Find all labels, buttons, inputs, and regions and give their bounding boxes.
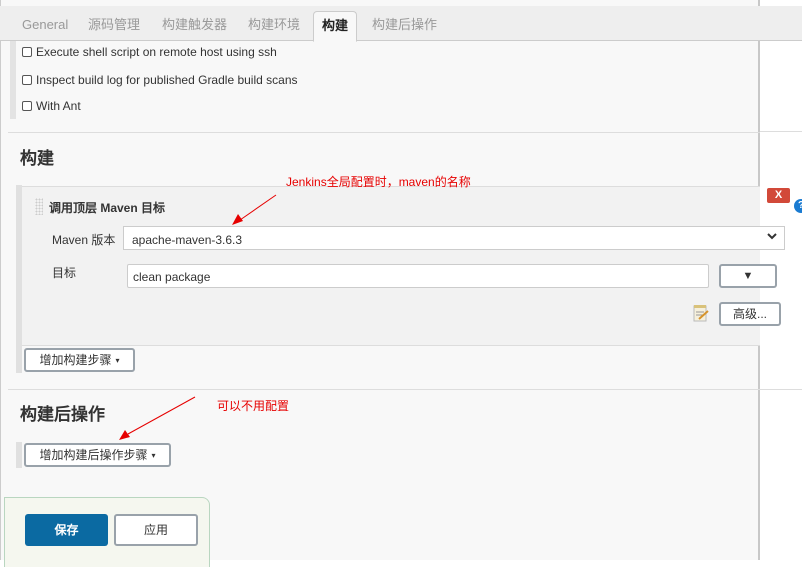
caret-down-icon: ▾ <box>151 451 156 460</box>
delete-step-button[interactable]: X <box>767 188 790 203</box>
drag-handle-icon[interactable] <box>35 198 43 215</box>
chevron-down-icon <box>766 230 778 245</box>
tab-general[interactable]: General <box>14 11 76 41</box>
add-post-build-step-label: 增加构建后操作步骤 <box>39 448 148 462</box>
help-icon[interactable]: ? <box>794 199 802 213</box>
save-button[interactable]: 保存 <box>25 514 108 546</box>
option-label: Inspect build log for published Gradle b… <box>36 73 298 87</box>
apply-button[interactable]: 应用 <box>114 514 198 546</box>
build-section-title: 构建 <box>20 149 54 168</box>
maven-version-label: Maven 版本 <box>52 233 116 247</box>
divider <box>760 131 802 132</box>
step-indent-bar <box>16 442 22 468</box>
jenkins-job-config-page: General 源码管理 构建触发器 构建环境 构建 构建后操作 Execute… <box>0 0 802 574</box>
checkbox[interactable] <box>22 47 32 57</box>
option-label: With Ant <box>36 99 81 113</box>
goals-label: 目标 <box>52 266 77 280</box>
goals-expand-button[interactable]: ▼ <box>719 264 777 288</box>
config-tabbar: General 源码管理 构建触发器 构建环境 构建 构建后操作 <box>0 6 802 42</box>
build-step-title: 调用顶层 Maven 目标 <box>49 201 166 215</box>
advanced-button[interactable]: 高级... <box>719 302 781 326</box>
add-post-build-step-button[interactable]: 增加构建后操作步骤 ▾ <box>24 443 171 467</box>
tab-build-environment[interactable]: 构建环境 <box>240 11 308 41</box>
checkbox[interactable] <box>22 75 32 85</box>
divider <box>760 389 802 390</box>
option-with-ant[interactable]: With Ant <box>22 99 81 113</box>
add-build-step-button[interactable]: 增加构建步骤 ▾ <box>24 348 135 372</box>
annotation-no-config-needed: 可以不用配置 <box>217 399 290 413</box>
section-divider <box>8 132 760 133</box>
add-build-step-label: 增加构建步骤 <box>39 353 112 367</box>
annotation-maven-name: Jenkins全局配置时，maven的名称 <box>286 175 471 189</box>
maven-version-value: apache-maven-3.6.3 <box>132 233 243 247</box>
tab-source-code-management[interactable]: 源码管理 <box>80 11 148 41</box>
option-label: Execute shell script on remote host usin… <box>36 45 277 59</box>
post-build-section-title: 构建后操作 <box>20 405 105 424</box>
option-ssh-remote-host[interactable]: Execute shell script on remote host usin… <box>22 45 277 59</box>
goals-input[interactable]: clean package <box>127 264 709 288</box>
maven-version-select[interactable]: apache-maven-3.6.3 <box>123 226 785 250</box>
notepad-icon <box>693 305 709 322</box>
option-gradle-build-scans[interactable]: Inspect build log for published Gradle b… <box>22 73 298 87</box>
caret-down-icon: ▾ <box>115 356 120 365</box>
section-divider <box>8 389 760 390</box>
tab-post-build-actions[interactable]: 构建后操作 <box>364 11 445 41</box>
tab-build-triggers[interactable]: 构建触发器 <box>154 11 235 41</box>
checkbox[interactable] <box>22 101 32 111</box>
tab-build[interactable]: 构建 <box>313 11 358 42</box>
section-indent-bar <box>10 41 16 119</box>
